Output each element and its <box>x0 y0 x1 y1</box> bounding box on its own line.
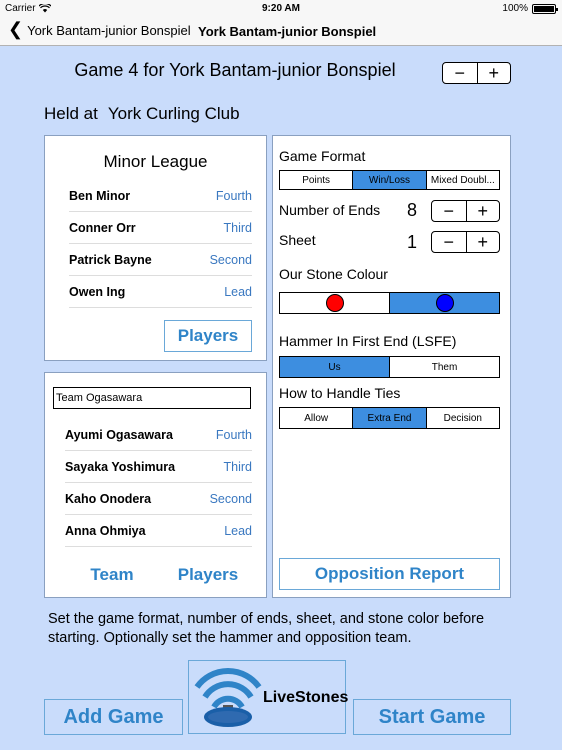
ties-segmented-control: Allow Extra End Decision <box>279 407 500 429</box>
game-decrement-button[interactable]: − <box>443 63 477 83</box>
player-name: Patrick Bayne <box>69 252 152 267</box>
league-panel: Minor League Ben Minor Fourth Conner Orr… <box>44 135 267 361</box>
ties-option-allow[interactable]: Allow <box>280 408 352 428</box>
red-stone-icon <box>325 294 344 312</box>
game-format-label: Game Format <box>279 148 366 164</box>
hammer-label: Hammer In First End (LSFE) <box>279 333 457 349</box>
player-name: Kaho Onodera <box>65 491 152 506</box>
roster-row[interactable]: Patrick Bayne Second <box>69 244 252 276</box>
player-position: Fourth <box>215 188 252 203</box>
stone-colour-segmented-control <box>279 292 500 314</box>
club-name: York Curling Club <box>107 104 240 123</box>
start-game-button[interactable]: Start Game <box>353 699 511 735</box>
roster-row[interactable]: Sayaka Yoshimura Third <box>65 451 252 483</box>
ends-increment-button[interactable]: + <box>465 201 500 221</box>
back-button-label: York Bantam-junior Bonspiel <box>27 22 191 38</box>
navigation-bar: ❮ York Bantam-junior Bonspiel York Banta… <box>0 18 562 46</box>
roster-row[interactable]: Conner Orr Third <box>69 212 252 244</box>
roster-row[interactable]: Kaho Onodera Second <box>65 483 252 515</box>
roster-row[interactable]: Ayumi Ogasawara Fourth <box>65 419 252 451</box>
format-option-points[interactable]: Points <box>280 171 352 189</box>
livestones-wifi-stone-icon <box>194 668 262 727</box>
status-carrier-group: Carrier <box>5 3 51 14</box>
opponent-team-button[interactable]: Team <box>67 565 157 585</box>
game-increment-button[interactable]: + <box>476 63 511 83</box>
player-position: Fourth <box>215 427 252 442</box>
roster-row[interactable]: Ben Minor Fourth <box>69 180 252 212</box>
sheet-increment-button[interactable]: + <box>465 232 500 252</box>
opponent-players-button[interactable]: Players <box>163 565 253 585</box>
player-name: Ben Minor <box>69 188 131 203</box>
battery-percent: 100% <box>502 3 528 14</box>
format-option-mixed-doubles[interactable]: Mixed Doubl... <box>425 171 499 189</box>
chevron-left-icon: ❮ <box>8 19 24 39</box>
help-text: Set the game format, number of ends, she… <box>48 611 485 646</box>
logo-text: LiveStones <box>263 689 349 706</box>
livestones-logo: LiveStones <box>188 660 349 734</box>
status-time: 9:20 AM <box>262 3 300 14</box>
ends-value: 8 <box>406 200 417 220</box>
player-position: Lead <box>224 284 252 299</box>
status-battery-group: 100% <box>502 3 558 14</box>
player-position: Lead <box>224 523 252 538</box>
hammer-segmented-control: Us Them <box>279 356 500 378</box>
game-title: Game 4 for York Bantam-junior Bonspiel <box>74 60 396 80</box>
game-format-segmented-control: Points Win/Loss Mixed Doubl... <box>279 170 500 190</box>
held-at-label: Held at <box>44 104 98 123</box>
battery-icon <box>532 3 558 14</box>
player-position: Third <box>223 220 252 235</box>
ends-label: Number of Ends <box>279 202 381 218</box>
status-bar: 9:20 AM Carrier 100% <box>0 0 562 18</box>
sheet-stepper: − + <box>431 231 500 253</box>
hammer-option-us[interactable]: Us <box>280 357 389 377</box>
opposition-report-button[interactable]: Opposition Report <box>279 558 500 590</box>
format-option-win-loss[interactable]: Win/Loss <box>352 171 426 189</box>
player-name: Anna Ohmiya <box>65 523 146 538</box>
player-name: Owen Ing <box>69 284 126 299</box>
league-title: Minor League <box>103 152 208 171</box>
ties-option-extra-end[interactable]: Extra End <box>352 408 426 428</box>
player-name: Ayumi Ogasawara <box>65 427 173 442</box>
player-position: Second <box>209 252 252 267</box>
player-name: Sayaka Yoshimura <box>65 459 176 474</box>
opponent-team-name-input[interactable] <box>53 387 251 409</box>
player-position: Second <box>209 491 252 506</box>
stone-colour-option-red[interactable] <box>280 293 389 313</box>
roster-row[interactable]: Owen Ing Lead <box>69 276 252 308</box>
sheet-decrement-button[interactable]: − <box>432 232 466 252</box>
sheet-label: Sheet <box>279 232 316 248</box>
roster-row[interactable]: Anna Ohmiya Lead <box>65 515 252 547</box>
ends-decrement-button[interactable]: − <box>432 201 466 221</box>
stone-colour-option-blue[interactable] <box>389 293 499 313</box>
opponent-panel: Ayumi Ogasawara Fourth Sayaka Yoshimura … <box>44 372 267 598</box>
back-button[interactable]: ❮ York Bantam-junior Bonspiel <box>8 19 191 39</box>
player-position: Third <box>223 459 252 474</box>
ends-stepper: − + <box>431 200 500 222</box>
blue-stone-icon <box>435 294 454 312</box>
ties-option-decision[interactable]: Decision <box>425 408 499 428</box>
wifi-icon <box>38 4 51 13</box>
held-at-row: Held at York Curling Club <box>44 104 240 124</box>
settings-panel: Game Format Points Win/Loss Mixed Doubl.… <box>272 135 511 598</box>
add-game-button[interactable]: Add Game <box>44 699 183 735</box>
hammer-option-them[interactable]: Them <box>389 357 499 377</box>
ties-label: How to Handle Ties <box>279 385 401 401</box>
player-name: Conner Orr <box>69 220 136 235</box>
league-players-button[interactable]: Players <box>164 320 252 352</box>
stone-colour-label: Our Stone Colour <box>279 266 388 282</box>
nav-title: York Bantam-junior Bonspiel <box>198 24 377 39</box>
carrier-label: Carrier <box>5 3 36 14</box>
game-stepper: − + <box>442 62 511 84</box>
sheet-value: 1 <box>406 232 417 252</box>
